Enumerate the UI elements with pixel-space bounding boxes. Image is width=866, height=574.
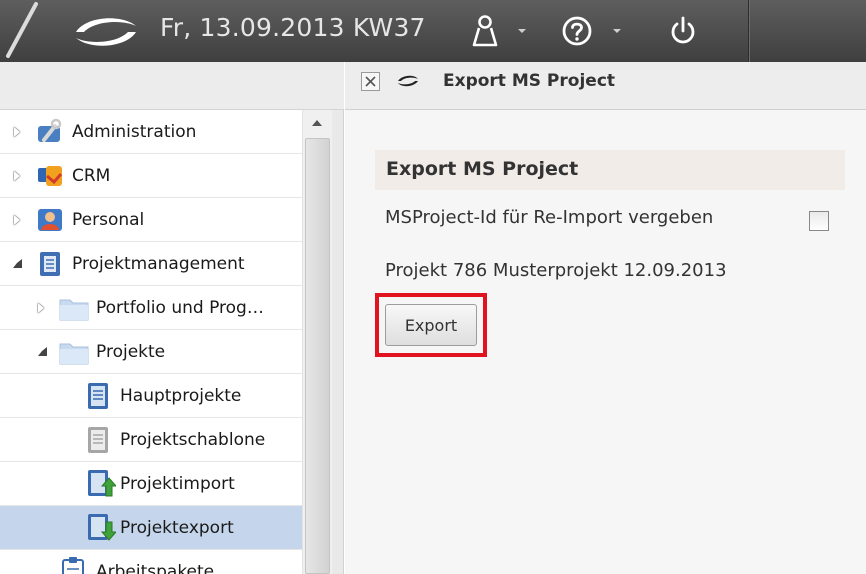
project-icon	[40, 252, 60, 276]
nav-scrollbar[interactable]	[302, 110, 332, 574]
expand-arrow-icon[interactable]	[14, 215, 20, 225]
tab-bar: Export MS Project	[345, 62, 866, 110]
project-info-text: Projekt 786 Musterprojekt 12.09.2013	[385, 260, 727, 281]
section-header: Export MS Project	[375, 150, 845, 190]
nav-item-label: Projektexport	[120, 517, 234, 538]
panel-splitter[interactable]	[332, 110, 344, 574]
navigation-tree: Administration CRM Personal Projektmanag…	[0, 110, 302, 574]
nav-item-label: Projektschablone	[120, 429, 266, 450]
nav-item-projektschablone[interactable]: Projektschablone	[0, 418, 302, 462]
section-title: Export MS Project	[386, 158, 579, 180]
content-panel: Export MS Project Export MS Project MSPr…	[345, 62, 866, 574]
nav-item-label: Administration	[72, 121, 197, 142]
import-icon	[88, 470, 116, 497]
export-icon	[88, 514, 116, 541]
nav-item-label: Projektimport	[120, 473, 235, 494]
topbar-divider	[748, 0, 749, 62]
nav-item-administration[interactable]: Administration	[0, 110, 302, 154]
msproject-id-label: MSProject-Id für Re-Import vergeben	[385, 207, 714, 228]
nav-item-portfolio[interactable]: Portfolio und Prog…	[0, 286, 302, 330]
person-icon	[38, 209, 62, 231]
nav-item-arbeitspakete[interactable]: Arbeitspakete	[0, 550, 302, 574]
nav-item-label: Hauptprojekte	[120, 385, 242, 406]
export-button[interactable]: Export	[385, 304, 477, 346]
nav-item-hauptprojekte[interactable]: Hauptprojekte	[0, 374, 302, 418]
folder-icon	[59, 343, 89, 365]
nav-item-personal[interactable]: Personal	[0, 198, 302, 242]
power-icon[interactable]	[668, 14, 698, 48]
logo-swoosh-icon	[398, 75, 418, 87]
nav-item-projektexport[interactable]: Projektexport	[0, 506, 302, 550]
msproject-id-checkbox[interactable]	[809, 211, 829, 231]
scroll-up-arrow-icon[interactable]	[312, 120, 322, 126]
wrench-icon	[38, 118, 62, 142]
nav-header	[0, 62, 344, 110]
tab-title[interactable]: Export MS Project	[443, 71, 615, 91]
menu-slash-icon[interactable]	[0, 0, 46, 62]
clipboard-icon	[62, 557, 84, 574]
expand-arrow-icon[interactable]	[14, 171, 20, 181]
document-grey-icon	[88, 427, 108, 453]
collapse-arrow-icon[interactable]	[38, 347, 47, 356]
expand-arrow-icon[interactable]	[14, 127, 20, 137]
close-icon	[365, 76, 376, 87]
scrollbar-thumb[interactable]	[305, 138, 330, 574]
nav-item-label: Arbeitspakete	[96, 561, 215, 574]
user-icon[interactable]	[470, 14, 500, 48]
folder-icon	[59, 299, 89, 321]
nav-item-label: CRM	[72, 165, 111, 186]
close-tab-button[interactable]	[361, 72, 380, 91]
nav-item-label: Personal	[72, 209, 145, 230]
help-icon[interactable]	[560, 14, 594, 48]
nav-item-label: Projekte	[96, 341, 166, 362]
nav-item-crm[interactable]: CRM	[0, 154, 302, 198]
collapse-arrow-icon[interactable]	[13, 259, 22, 268]
nav-item-projektimport[interactable]: Projektimport	[0, 462, 302, 506]
date-week-display: Fr, 13.09.2013 KW37	[160, 13, 426, 42]
logo-swoosh-icon[interactable]	[72, 12, 140, 52]
nav-item-label: Projektmanagement	[72, 253, 245, 274]
user-menu-chevron-down-icon[interactable]	[518, 29, 526, 33]
nav-item-projektmanagement[interactable]: Projektmanagement	[0, 242, 302, 286]
top-bar: Fr, 13.09.2013 KW37	[0, 0, 866, 62]
document-blue-icon	[88, 383, 108, 409]
expand-arrow-icon[interactable]	[38, 303, 44, 313]
help-menu-chevron-down-icon[interactable]	[613, 29, 621, 33]
crm-icon	[38, 166, 63, 186]
nav-item-projekte[interactable]: Projekte	[0, 330, 302, 374]
nav-item-label: Portfolio und Prog…	[96, 297, 264, 318]
